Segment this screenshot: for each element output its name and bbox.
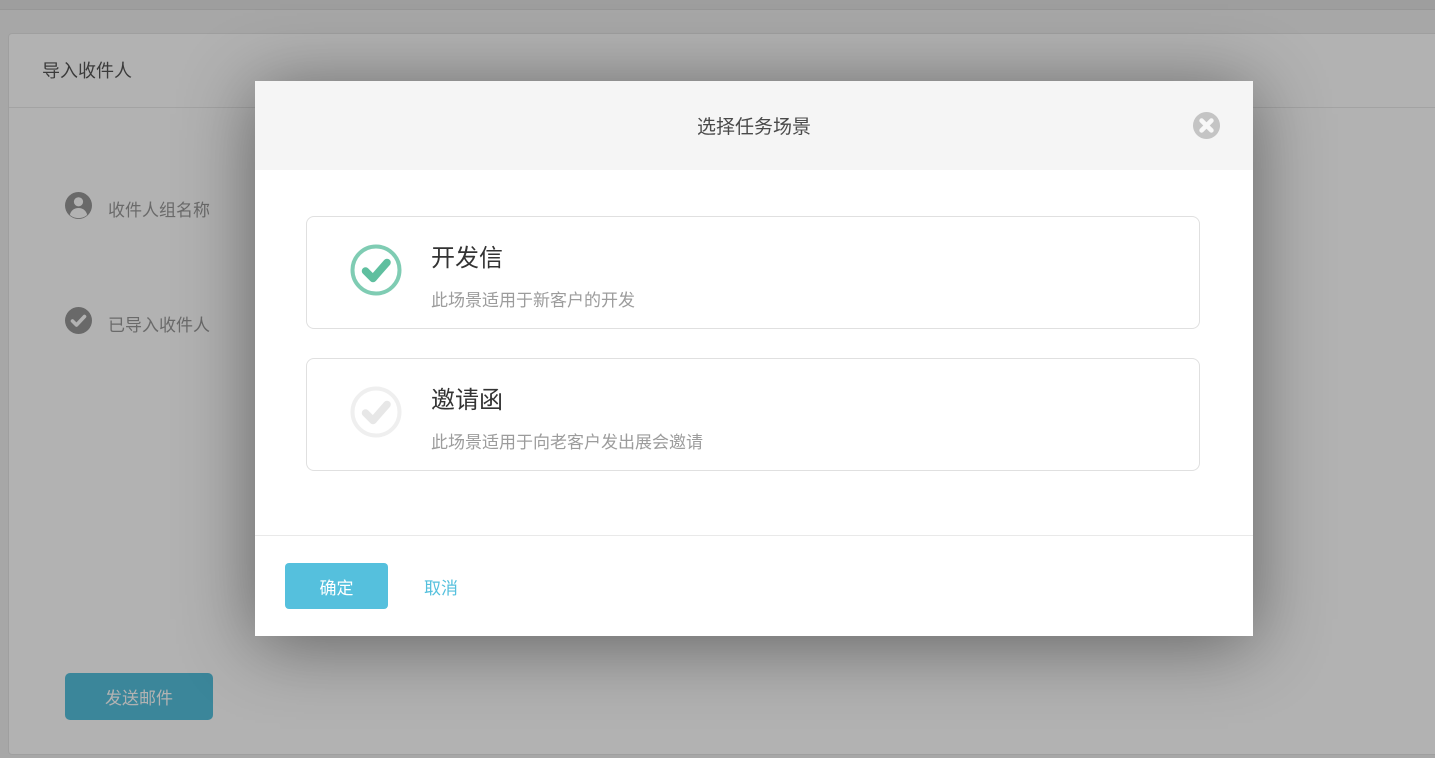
selected-check-icon: [350, 244, 402, 296]
option-invitation-letter[interactable]: 邀请函 此场景适用于向老客户发出展会邀请: [306, 358, 1200, 471]
close-icon[interactable]: [1193, 112, 1220, 139]
option-text: 开发信 此场景适用于新客户的开发: [431, 238, 635, 311]
dialog-body: 开发信 此场景适用于新客户的开发 邀请函 此场景适用于向老客户发出展会邀请: [255, 170, 1253, 471]
unselected-check-icon: [350, 386, 402, 438]
option-text: 邀请函 此场景适用于向老客户发出展会邀请: [431, 380, 703, 453]
dialog-footer: 确定 取消: [255, 535, 1253, 636]
option-development-letter[interactable]: 开发信 此场景适用于新客户的开发: [306, 216, 1200, 329]
dialog-title: 选择任务场景: [697, 112, 811, 139]
option-title: 邀请函: [431, 380, 703, 415]
option-description: 此场景适用于向老客户发出展会邀请: [431, 428, 703, 453]
select-task-scenario-dialog: 选择任务场景 开发信 此场景适用于新客户的开发: [255, 81, 1253, 636]
confirm-button[interactable]: 确定: [285, 563, 388, 609]
dialog-header: 选择任务场景: [255, 81, 1253, 170]
option-description: 此场景适用于新客户的开发: [431, 286, 635, 311]
cancel-button[interactable]: 取消: [424, 574, 458, 599]
option-title: 开发信: [431, 238, 635, 273]
